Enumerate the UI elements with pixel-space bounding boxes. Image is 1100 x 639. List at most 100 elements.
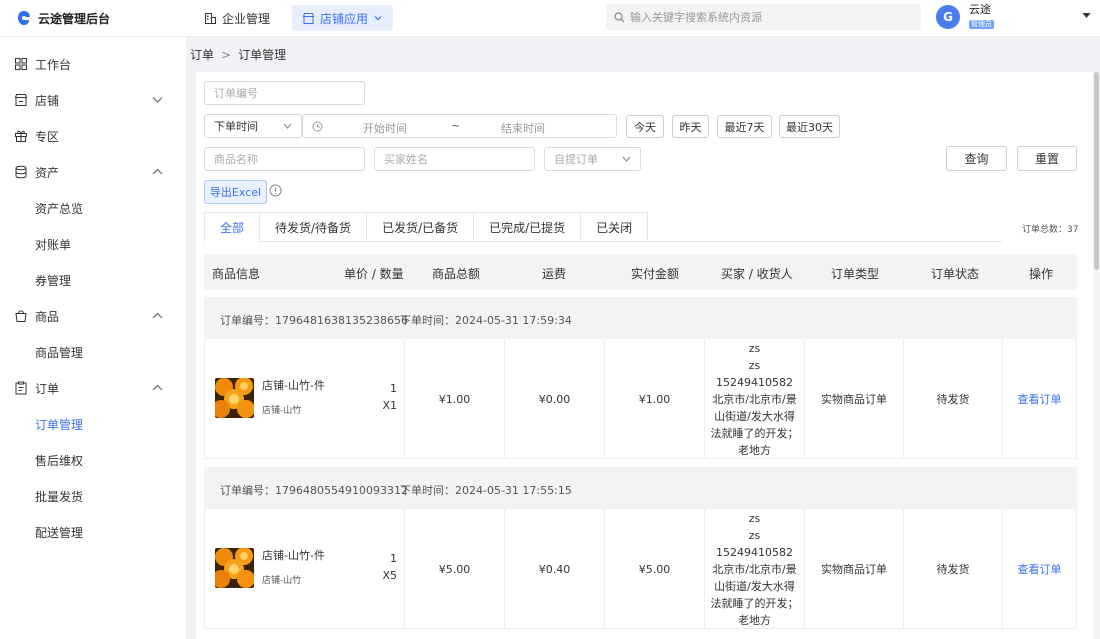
database-icon bbox=[15, 165, 27, 179]
quick-today-button[interactable]: 今天 bbox=[626, 115, 664, 138]
buyer-info: zs zs 15249410582 北京市/北京市/景山街道/发大水得法就睡了的… bbox=[710, 511, 799, 627]
sidebar-item-zone[interactable]: 专区 bbox=[0, 118, 186, 154]
order-time: 下单时间：2024-05-31 17:59:34 bbox=[400, 314, 572, 327]
user-role-badge: 管理员 bbox=[969, 20, 994, 29]
quick-yesterday-button[interactable]: 昨天 bbox=[672, 115, 709, 138]
logo-icon bbox=[18, 11, 30, 25]
order-no-input[interactable] bbox=[214, 86, 355, 100]
goods-total-cell: ¥1.00 bbox=[405, 339, 505, 459]
product-name-input[interactable] bbox=[214, 152, 355, 166]
breadcrumb-parent[interactable]: 订单 bbox=[190, 46, 214, 63]
order-status-cell: 待发货 bbox=[904, 339, 1003, 459]
buyer-cell: zs zs 15249410582 北京市/北京市/景山街道/发大水得法就睡了的… bbox=[705, 339, 805, 459]
product-name-field[interactable] bbox=[204, 147, 365, 171]
col-shipping: 运费 bbox=[542, 267, 567, 281]
breadcrumb: 订单 > 订单管理 bbox=[190, 46, 286, 63]
col-product-info: 商品信息 bbox=[212, 267, 261, 281]
sidebar-item-store[interactable]: 店铺 bbox=[0, 82, 186, 118]
product-cell: 店铺-山竹-件 店铺-山竹 1 X5 bbox=[205, 509, 405, 629]
tab-shipped[interactable]: 已发货/已备货 bbox=[367, 212, 475, 242]
col-order-type: 订单类型 bbox=[831, 267, 880, 281]
product-name[interactable]: 店铺-山竹-件 bbox=[262, 377, 325, 393]
order-number: 订单编号：1796480554910093312 bbox=[220, 484, 408, 497]
avatar[interactable]: G bbox=[936, 4, 960, 29]
product-shop: 店铺-山竹 bbox=[262, 576, 302, 586]
sidebar-item-assets[interactable]: 资产 bbox=[0, 154, 186, 190]
sidebar: 工作台 店铺 专区 资产 资产总览 对账单 券管理 商品 商品管理 订单 订单管… bbox=[0, 37, 186, 639]
buyer-name-input[interactable] bbox=[384, 152, 525, 166]
range-separator: ~ bbox=[451, 119, 461, 132]
order-time: 下单时间：2024-05-31 17:55:15 bbox=[400, 484, 572, 497]
product-name[interactable]: 店铺-山竹-件 bbox=[262, 547, 325, 563]
search-input[interactable] bbox=[630, 10, 910, 24]
sidebar-item-goods[interactable]: 商品 bbox=[0, 298, 186, 334]
tab-completed[interactable]: 已完成/已提货 bbox=[474, 212, 582, 242]
caret-down-icon[interactable] bbox=[1082, 12, 1091, 19]
top-nav: 企业管理 店铺应用 bbox=[194, 0, 405, 37]
chevron-up-icon bbox=[152, 384, 163, 391]
tab-all[interactable]: 全部 bbox=[204, 212, 261, 242]
col-order-status: 订单状态 bbox=[931, 267, 980, 281]
sidebar-item-statements[interactable]: 对账单 bbox=[0, 226, 186, 262]
shipping-cell: ¥0.40 bbox=[505, 509, 605, 629]
product-cell: 店铺-山竹-件 店铺-山竹 1 X1 bbox=[205, 339, 405, 459]
app-title: 云途管理后台 bbox=[38, 11, 111, 26]
order-total-count: 订单总数：37 bbox=[1022, 225, 1079, 235]
view-order-link[interactable]: 查看订单 bbox=[1018, 391, 1062, 407]
quick-7days-button[interactable]: 最近7天 bbox=[717, 115, 772, 138]
sidebar-item-delivery[interactable]: 配送管理 bbox=[0, 514, 186, 550]
price-qty: 1 X1 bbox=[377, 381, 397, 414]
date-range-picker[interactable]: 开始时间 ~ 结束时间 bbox=[302, 114, 617, 138]
order-type-cell: 实物商品订单 bbox=[805, 339, 904, 459]
store-app-icon bbox=[302, 12, 315, 24]
chevron-down-icon bbox=[152, 97, 163, 103]
col-buyer: 买家 / 收货人 bbox=[721, 267, 793, 281]
view-order-link[interactable]: 查看订单 bbox=[1018, 561, 1062, 577]
global-search[interactable] bbox=[606, 4, 921, 30]
sidebar-item-after-sales[interactable]: 售后维权 bbox=[0, 442, 186, 478]
end-time-placeholder[interactable]: 结束时间 bbox=[501, 120, 545, 136]
top-nav-store-apps[interactable]: 店铺应用 bbox=[292, 5, 394, 31]
export-excel-button[interactable]: 导出Excel bbox=[204, 180, 267, 204]
breadcrumb-separator: > bbox=[221, 47, 232, 62]
reset-button[interactable]: 重置 bbox=[1017, 146, 1077, 171]
app-logo[interactable]: 云途管理后台 bbox=[16, 10, 186, 27]
tab-closed[interactable]: 已关闭 bbox=[581, 212, 649, 242]
shipping-cell: ¥0.00 bbox=[505, 339, 605, 459]
table-row: 店铺-山竹-件 店铺-山竹 1 X5 ¥5.00 ¥0.40 ¥5.00 zs … bbox=[204, 509, 1077, 629]
table-row: 店铺-山竹-件 店铺-山竹 1 X1 ¥1.00 ¥0.00 ¥1.00 zs … bbox=[204, 339, 1077, 459]
table-header: 商品信息 单价 / 数量 商品总额 运费 实付金额 买家 / 收货人 订单类型 … bbox=[204, 254, 1077, 290]
col-paid: 实付金额 bbox=[631, 267, 680, 281]
sidebar-item-assets-overview[interactable]: 资产总览 bbox=[0, 190, 186, 226]
query-button[interactable]: 查询 bbox=[946, 146, 1007, 171]
gift-icon bbox=[15, 130, 27, 142]
scrollbar-thumb[interactable] bbox=[1094, 72, 1099, 270]
product-shop: 店铺-山竹 bbox=[262, 406, 302, 416]
sidebar-item-coupons[interactable]: 券管理 bbox=[0, 262, 186, 298]
tab-pending-ship[interactable]: 待发货/待备货 bbox=[260, 212, 368, 242]
price-qty: 1 X5 bbox=[377, 551, 397, 584]
top-nav-enterprise[interactable]: 企业管理 bbox=[194, 5, 280, 31]
sidebar-item-goods-manage[interactable]: 商品管理 bbox=[0, 334, 186, 370]
clock-icon bbox=[312, 121, 323, 132]
info-icon[interactable] bbox=[269, 184, 282, 197]
time-type-select[interactable]: 下单时间 bbox=[204, 114, 302, 138]
sidebar-item-orders[interactable]: 订单 bbox=[0, 370, 186, 406]
start-time-placeholder[interactable]: 开始时间 bbox=[363, 120, 407, 136]
sidebar-item-order-manage[interactable]: 订单管理 bbox=[0, 406, 186, 442]
order-no-field[interactable] bbox=[204, 81, 365, 105]
chevron-up-icon bbox=[152, 312, 163, 319]
sidebar-item-workbench[interactable]: 工作台 bbox=[0, 46, 186, 82]
chevron-up-icon bbox=[152, 168, 163, 175]
buyer-cell: zs zs 15249410582 北京市/北京市/景山街道/发大水得法就睡了的… bbox=[705, 509, 805, 629]
pickup-order-select[interactable]: 自提订单 bbox=[544, 147, 641, 171]
quantity: X5 bbox=[382, 569, 397, 582]
buyer-name-field[interactable] bbox=[374, 147, 535, 171]
buyer-info: zs zs 15249410582 北京市/北京市/景山街道/发大水得法就睡了的… bbox=[710, 341, 799, 457]
chevron-down-icon bbox=[283, 123, 292, 129]
action-cell: 查看订单 bbox=[1003, 339, 1076, 459]
quick-30days-button[interactable]: 最近30天 bbox=[779, 115, 840, 138]
sidebar-item-batch-ship[interactable]: 批量发货 bbox=[0, 478, 186, 514]
product-thumbnail bbox=[215, 548, 254, 588]
user-menu[interactable]: G 云途 管理员 bbox=[936, 4, 994, 29]
